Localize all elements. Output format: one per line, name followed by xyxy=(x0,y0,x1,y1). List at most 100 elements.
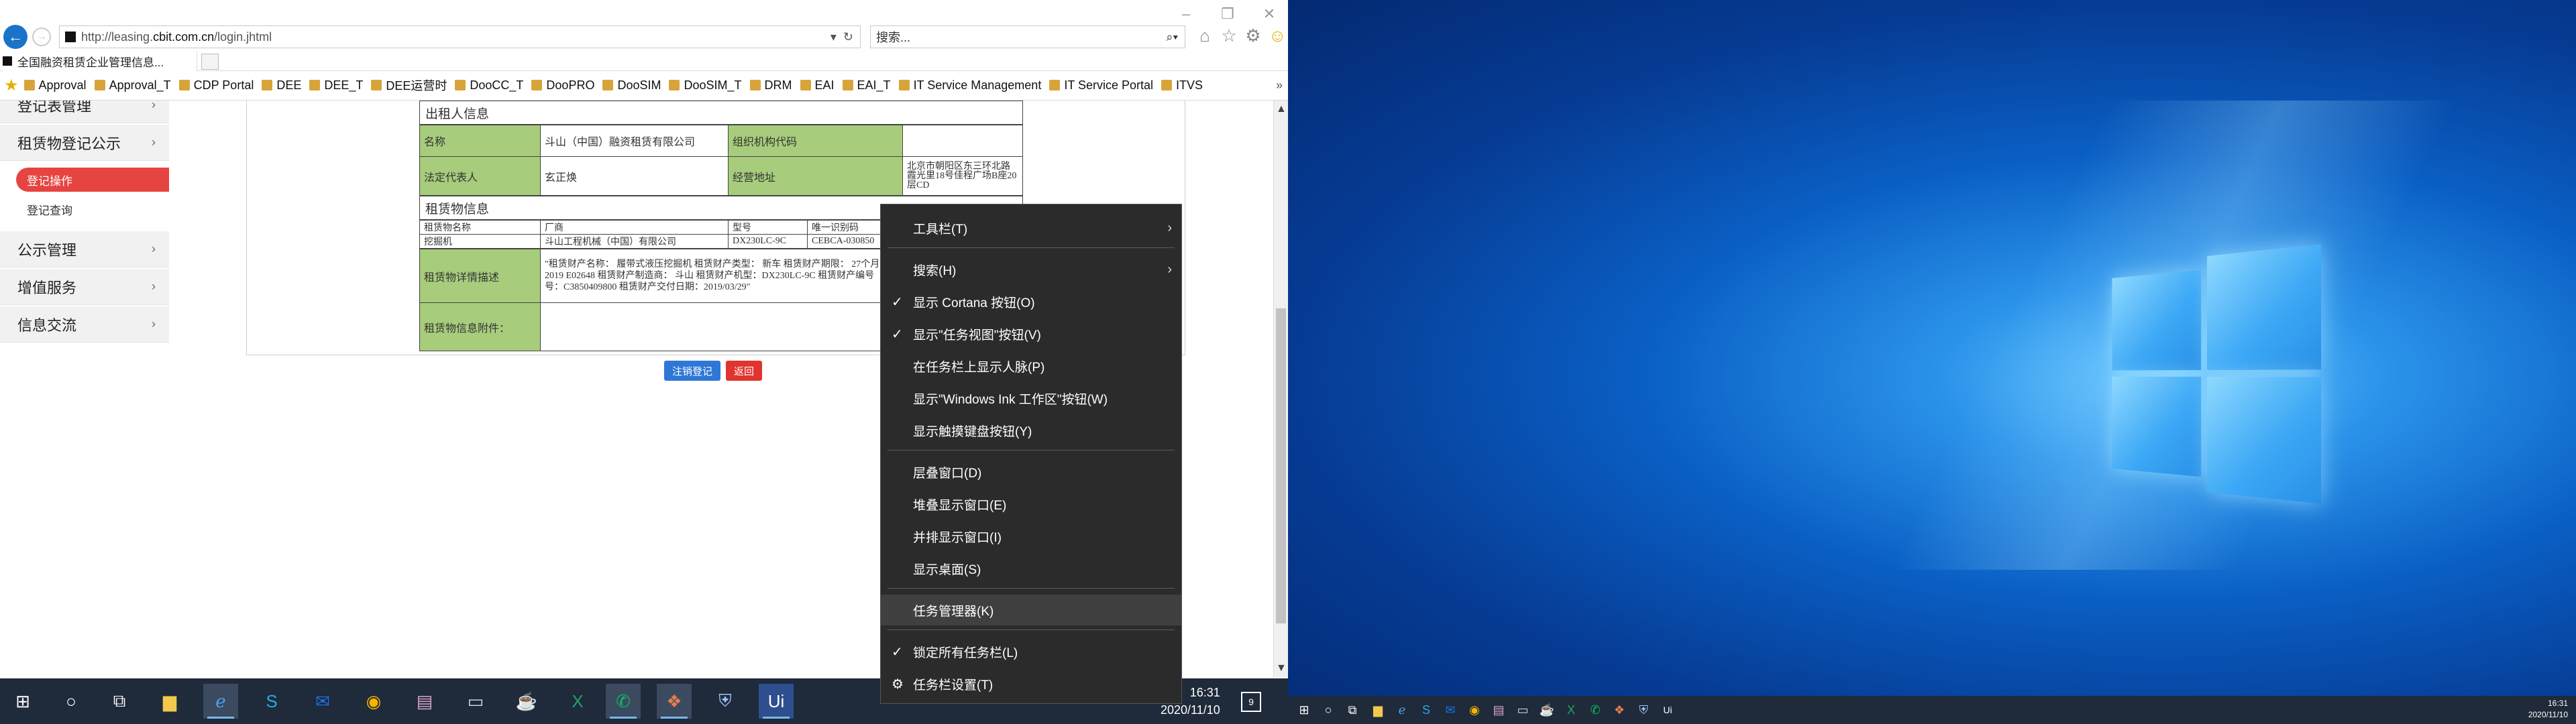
favorite-link[interactable]: EAI xyxy=(800,78,835,93)
chrome-icon[interactable]: ◉ xyxy=(1464,699,1485,721)
sidebar-item-registration-form-mgmt[interactable]: 登记表管理 › xyxy=(0,101,169,123)
favorite-link[interactable]: DooPRO xyxy=(531,78,594,93)
forward-button[interactable]: → xyxy=(32,27,51,46)
task-view-icon[interactable]: ⧉ xyxy=(1342,699,1363,721)
uipath-icon[interactable]: Ui xyxy=(1657,699,1678,721)
windows-start-icon[interactable]: ⊞ xyxy=(1293,699,1315,721)
menu-item-taskbar-settings[interactable]: ⚙ 任务栏设置(T) xyxy=(881,668,1181,699)
refresh-icon[interactable]: ↻ xyxy=(843,30,853,44)
skype-icon[interactable]: S xyxy=(254,684,289,719)
favorite-link[interactable]: IT Service Portal xyxy=(1049,78,1153,93)
outlook-icon[interactable]: ✉ xyxy=(1440,699,1461,721)
back-page-button[interactable]: 返回 xyxy=(726,361,762,381)
sidebar-subitem-registration-operation[interactable]: 登记操作 xyxy=(16,168,169,192)
menu-item-show-desktop[interactable]: 显示桌面(S) xyxy=(881,553,1181,584)
outlook-icon[interactable]: ✉ xyxy=(305,684,340,719)
internet-explorer-icon[interactable]: ℯ xyxy=(1391,699,1413,721)
gear-icon[interactable]: ⚙ xyxy=(1244,25,1262,46)
favorite-link[interactable]: DEE xyxy=(262,78,301,93)
app-notepad-icon[interactable]: ▤ xyxy=(1488,699,1509,721)
minimize-icon[interactable]: – xyxy=(1177,5,1195,23)
favorite-link[interactable]: Approval_T xyxy=(95,78,171,93)
favorite-link[interactable]: EAI_T xyxy=(843,78,891,93)
favorite-link[interactable]: Approval xyxy=(24,78,87,93)
wechat-icon[interactable]: ✆ xyxy=(606,684,641,719)
favorite-link[interactable]: DooSIM_T xyxy=(669,78,741,93)
address-bar[interactable]: http://leasing.cbit.com.cn/login.jhtml ▾… xyxy=(59,25,861,48)
file-explorer-icon[interactable]: ▆ xyxy=(152,684,187,719)
sidebar-item-publicity-mgmt[interactable]: 公示管理 › xyxy=(0,231,169,267)
favorite-link[interactable]: DRM xyxy=(750,78,792,93)
table-header: 租赁物名称 xyxy=(420,221,541,235)
dropdown-icon[interactable]: ▾ xyxy=(830,30,837,44)
menu-item-task-manager[interactable]: 任务管理器(K) xyxy=(881,595,1181,625)
smiley-feedback-icon[interactable]: ☺ xyxy=(1269,25,1286,46)
new-tab-button[interactable] xyxy=(201,54,219,70)
chevron-more-icon[interactable]: » xyxy=(1276,78,1283,93)
menu-item-toolbars[interactable]: 工具栏(T) › xyxy=(881,213,1181,243)
home-icon[interactable]: ⌂ xyxy=(1196,25,1214,46)
cortana-search-icon[interactable]: ○ xyxy=(1318,699,1339,721)
favorite-link[interactable]: DEE运营时 xyxy=(371,76,447,94)
search-icon[interactable]: ⌕▾ xyxy=(1166,30,1178,44)
menu-item-show-touch-keyboard[interactable]: 显示触摸键盘按钮(Y) xyxy=(881,415,1181,446)
sidebar-subitem-registration-query[interactable]: 登记查询 xyxy=(16,197,169,221)
app-colorful-icon[interactable]: ❖ xyxy=(1609,699,1630,721)
table-cell: 斗山工程机械（中国）有限公司 xyxy=(541,235,729,249)
sidebar-item-leased-asset-registration[interactable]: 租赁物登记公示 › xyxy=(0,125,169,161)
menu-item-show-cortana[interactable]: ✓ 显示 Cortana 按钮(O) xyxy=(881,286,1181,317)
favorite-link[interactable]: CDP Portal xyxy=(179,78,254,93)
chevron-right-icon: › xyxy=(152,280,156,294)
chrome-icon[interactable]: ◉ xyxy=(356,684,391,719)
window-controls: – ❐ ✕ xyxy=(1177,5,1279,23)
menu-item-stack-windows[interactable]: 堆叠显示窗口(E) xyxy=(881,489,1181,520)
notification-center-icon[interactable]: 9 xyxy=(1241,692,1261,712)
favorite-link[interactable]: IT Service Management xyxy=(899,78,1042,93)
app-notepad-icon[interactable]: ▤ xyxy=(407,684,442,719)
uipath-icon[interactable]: Ui xyxy=(759,684,794,719)
menu-item-show-windows-ink[interactable]: 显示"Windows Ink 工作区"按钮(W) xyxy=(881,383,1181,414)
java-icon[interactable]: ☕ xyxy=(1536,699,1558,721)
scroll-down-icon[interactable]: ▼ xyxy=(1276,662,1287,674)
menu-item-show-people[interactable]: 在任务栏上显示人脉(P) xyxy=(881,351,1181,381)
favorite-link[interactable]: DooCC_T xyxy=(455,78,523,93)
close-icon[interactable]: ✕ xyxy=(1260,5,1279,23)
scrollbar-thumb[interactable] xyxy=(1276,308,1286,623)
internet-explorer-icon[interactable]: ℯ xyxy=(203,684,238,719)
menu-item-cascade-windows[interactable]: 层叠窗口(D) xyxy=(881,457,1181,487)
favorite-link[interactable]: DEE_T xyxy=(309,78,363,93)
field-label: 法定代表人 xyxy=(420,157,541,196)
windows-start-icon[interactable]: ⊞ xyxy=(5,684,40,719)
terminal-icon[interactable]: ▭ xyxy=(1512,699,1534,721)
shield-icon[interactable]: ⛨ xyxy=(708,684,743,719)
vertical-scrollbar[interactable]: ▲ ▼ xyxy=(1273,101,1288,677)
excel-icon[interactable]: X xyxy=(560,684,595,719)
scroll-up-icon[interactable]: ▲ xyxy=(1276,103,1287,115)
task-view-icon[interactable]: ⧉ xyxy=(102,684,137,719)
app-colorful-icon[interactable]: ❖ xyxy=(657,684,692,719)
java-icon[interactable]: ☕ xyxy=(509,684,544,719)
menu-item-search[interactable]: 搜索(H) › xyxy=(881,254,1181,285)
tab-active[interactable]: 全国融资租赁企业管理信息... xyxy=(3,51,197,71)
taskbar-clock[interactable]: 16:31 2020/11/10 xyxy=(2528,698,2568,721)
cortana-search-icon[interactable]: ○ xyxy=(54,684,89,719)
excel-icon[interactable]: X xyxy=(1560,699,1582,721)
favorite-link[interactable]: DooSIM xyxy=(602,78,661,93)
favorite-link[interactable]: ITVS xyxy=(1161,78,1203,93)
cancel-registration-button[interactable]: 注销登记 xyxy=(664,361,720,381)
favorites-star-icon[interactable]: ☆ xyxy=(1220,25,1238,46)
search-box[interactable]: 搜索... ⌕▾ xyxy=(870,25,1185,48)
terminal-icon[interactable]: ▭ xyxy=(458,684,493,719)
menu-item-side-by-side-windows[interactable]: 并排显示窗口(I) xyxy=(881,521,1181,552)
wechat-icon[interactable]: ✆ xyxy=(1585,699,1606,721)
sidebar-item-value-added-services[interactable]: 增值服务 › xyxy=(0,269,169,305)
sidebar-item-information-exchange[interactable]: 信息交流 › xyxy=(0,306,169,343)
shield-icon[interactable]: ⛨ xyxy=(1633,699,1654,721)
favorites-bar-star-icon[interactable]: ★ xyxy=(4,76,19,95)
menu-item-lock-taskbars[interactable]: ✓ 锁定所有任务栏(L) xyxy=(881,636,1181,667)
file-explorer-icon[interactable]: ▆ xyxy=(1367,699,1389,721)
menu-item-show-task-view[interactable]: ✓ 显示"任务视图"按钮(V) xyxy=(881,318,1181,349)
restore-icon[interactable]: ❐ xyxy=(1218,5,1237,23)
back-button[interactable]: ← xyxy=(3,25,28,49)
skype-icon[interactable]: S xyxy=(1415,699,1437,721)
